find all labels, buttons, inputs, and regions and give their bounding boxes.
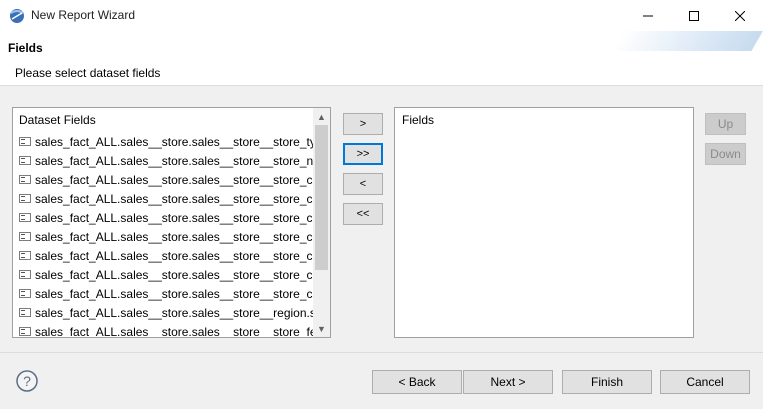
list-item[interactable]: sales_fact_ALL.sales__store.sales__store… — [13, 209, 330, 228]
wizard-content: Dataset Fields sales_fact_ALL.sales__sto… — [0, 86, 763, 350]
field-icon — [19, 175, 31, 184]
page-title: Fields — [8, 41, 43, 55]
eclipse-app-icon — [8, 7, 26, 25]
header-decoration — [611, 31, 763, 51]
list-item-label: sales_fact_ALL.sales__store.sales__store… — [35, 306, 331, 320]
move-up-button[interactable]: Up — [705, 113, 746, 135]
dataset-fields-list[interactable]: Dataset Fields sales_fact_ALL.sales__sto… — [12, 107, 331, 338]
list-item-label: sales_fact_ALL.sales__store.sales__store… — [35, 230, 331, 244]
field-icon — [19, 213, 31, 222]
selected-fields-header: Fields — [402, 113, 435, 127]
dataset-fields-items: sales_fact_ALL.sales__store.sales__store… — [13, 133, 330, 337]
selected-fields-list[interactable]: Fields — [394, 107, 694, 338]
dataset-fields-header: Dataset Fields — [19, 113, 96, 127]
remove-field-button[interactable]: < — [343, 173, 383, 195]
next-button[interactable]: Next > — [463, 370, 553, 394]
list-item-label: sales_fact_ALL.sales__store.sales__store… — [35, 173, 331, 187]
minimize-button[interactable] — [625, 0, 671, 31]
scroll-down-arrow-icon[interactable]: ▼ — [313, 320, 330, 337]
field-icon — [19, 289, 31, 298]
cancel-button[interactable]: Cancel — [660, 370, 750, 394]
list-item[interactable]: sales_fact_ALL.sales__store.sales__store… — [13, 266, 330, 285]
list-item[interactable]: sales_fact_ALL.sales__store.sales__store… — [13, 171, 330, 190]
close-button[interactable] — [717, 0, 763, 31]
move-down-button[interactable]: Down — [705, 143, 746, 165]
list-item-label: sales_fact_ALL.sales__store.sales__store… — [35, 268, 331, 282]
scroll-up-arrow-icon[interactable]: ▲ — [313, 108, 330, 125]
field-icon — [19, 327, 31, 336]
add-field-button[interactable]: > — [343, 113, 383, 135]
list-item-label: sales_fact_ALL.sales__store.sales__store… — [35, 135, 330, 149]
title-bar: New Report Wizard — [0, 0, 763, 32]
field-icon — [19, 194, 31, 203]
list-item-label: sales_fact_ALL.sales__store.sales__store… — [35, 154, 331, 168]
list-item-label: sales_fact_ALL.sales__store.sales__store… — [35, 192, 331, 206]
dataset-scrollbar[interactable]: ▲ ▼ — [313, 108, 330, 337]
scroll-thumb[interactable] — [315, 125, 328, 270]
field-icon — [19, 156, 31, 165]
finish-button[interactable]: Finish — [562, 370, 652, 394]
field-icon — [19, 308, 31, 317]
svg-text:?: ? — [23, 373, 31, 389]
list-item[interactable]: sales_fact_ALL.sales__store.sales__store… — [13, 285, 330, 304]
help-icon[interactable]: ? — [16, 370, 38, 392]
list-item-label: sales_fact_ALL.sales__store.sales__store… — [35, 211, 331, 225]
maximize-icon — [689, 10, 699, 21]
minimize-icon — [643, 15, 653, 16]
list-item[interactable]: sales_fact_ALL.sales__store.sales__store… — [13, 190, 330, 209]
list-item-label: sales_fact_ALL.sales__store.sales__store… — [35, 287, 331, 301]
page-description: Please select dataset fields — [15, 66, 161, 80]
field-icon — [19, 270, 31, 279]
list-item[interactable]: sales_fact_ALL.sales__store.sales__store… — [13, 228, 330, 247]
list-item[interactable]: sales_fact_ALL.sales__store.sales__store… — [13, 304, 330, 323]
wizard-footer: ? < Back Next > Finish Cancel — [0, 352, 763, 409]
list-item[interactable]: sales_fact_ALL.sales__store.sales__store… — [13, 323, 330, 337]
field-icon — [19, 251, 31, 260]
field-icon — [19, 137, 31, 146]
list-item[interactable]: sales_fact_ALL.sales__store.sales__store… — [13, 152, 330, 171]
wizard-header: Fields Please select dataset fields — [0, 31, 763, 86]
list-item[interactable]: sales_fact_ALL.sales__store.sales__store… — [13, 133, 329, 152]
window-title: New Report Wizard — [31, 8, 136, 22]
back-button[interactable]: < Back — [372, 370, 462, 394]
close-icon — [735, 10, 745, 21]
remove-all-fields-button[interactable]: << — [343, 203, 383, 225]
list-item[interactable]: sales_fact_ALL.sales__store.sales__store… — [13, 247, 330, 266]
list-item-label: sales_fact_ALL.sales__store.sales__store… — [35, 249, 331, 263]
field-icon — [19, 232, 31, 241]
maximize-button[interactable] — [671, 0, 717, 31]
list-item-label: sales_fact_ALL.sales__store.sales__store… — [35, 325, 331, 338]
add-all-fields-button[interactable]: >> — [343, 143, 383, 165]
